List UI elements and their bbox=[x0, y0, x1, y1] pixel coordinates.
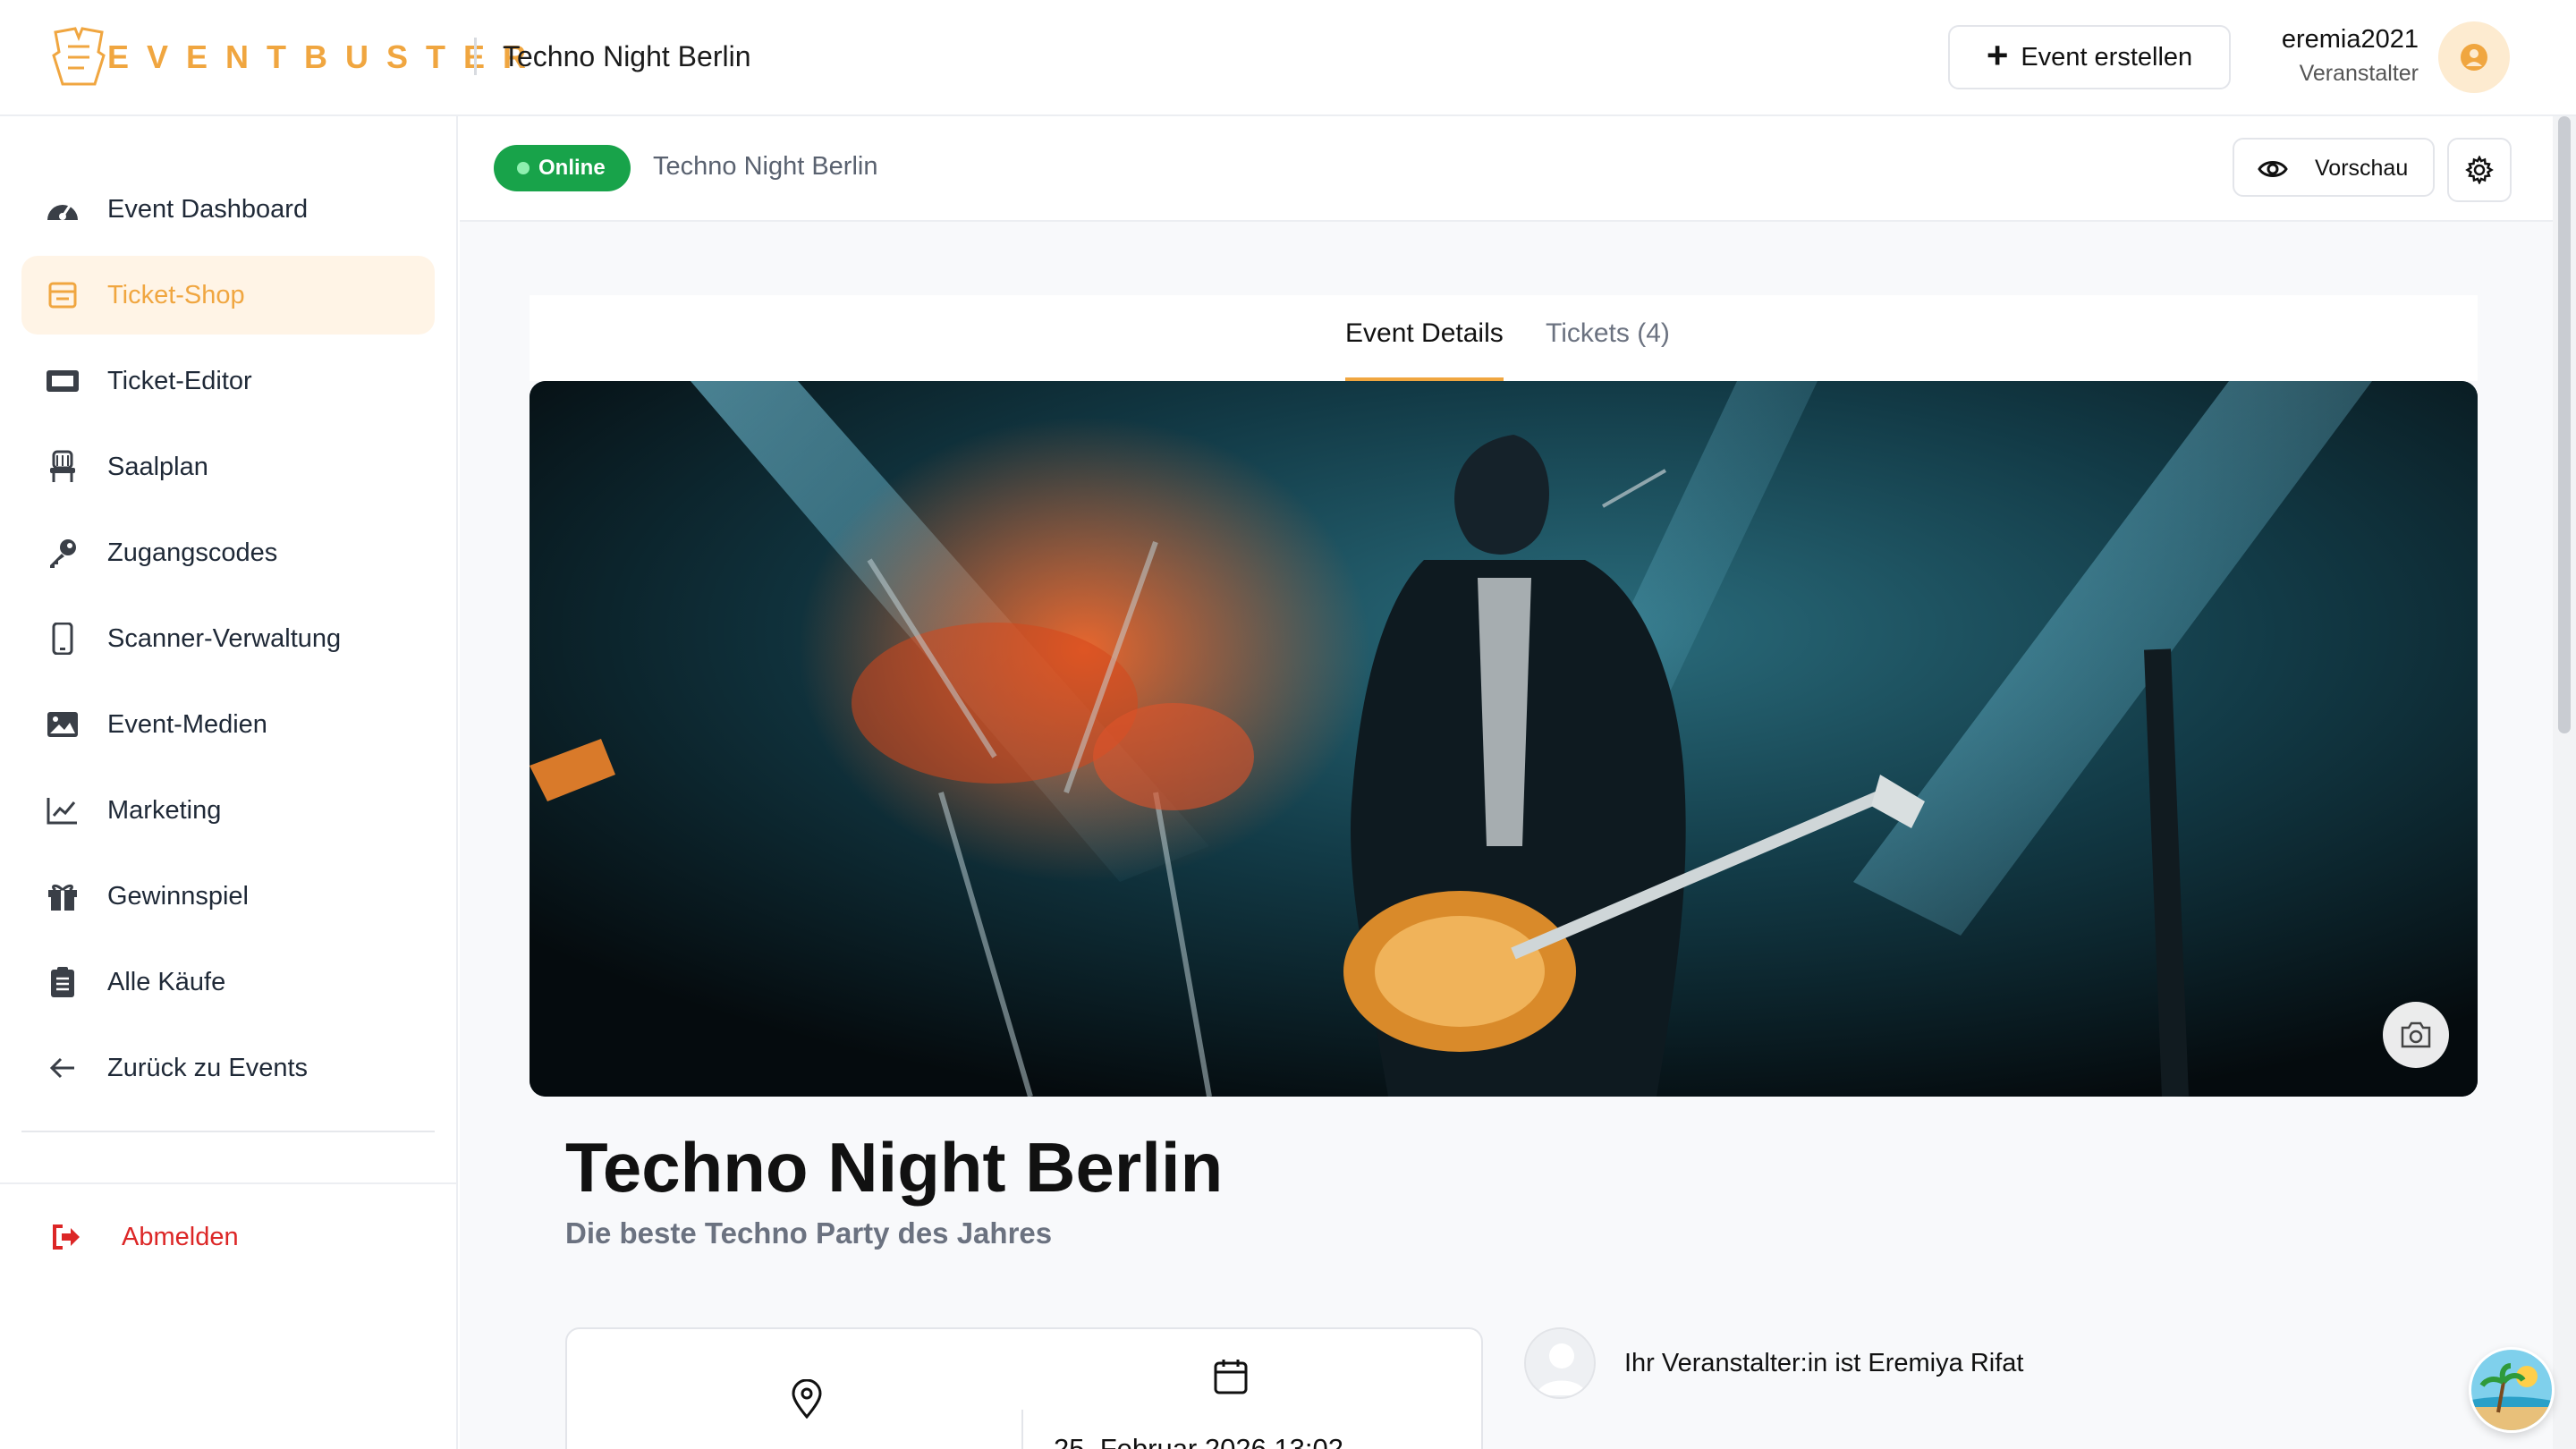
sidebar-item-scanner-verwaltung[interactable]: Scanner-Verwaltung bbox=[21, 599, 435, 678]
sidebar-item-ticket-editor[interactable]: Ticket-Editor bbox=[21, 342, 435, 420]
sidebar-item-event-dashboard[interactable]: Event Dashboard bbox=[21, 170, 435, 249]
sidebar-item-saalplan[interactable]: Saalplan bbox=[21, 428, 435, 506]
event-header-title: Techno Night Berlin bbox=[503, 40, 751, 72]
camera-icon bbox=[2401, 1021, 2431, 1048]
event-info-card: 25. Februar 2026 13:02 - bbox=[565, 1327, 1483, 1449]
settings-button[interactable] bbox=[2447, 138, 2512, 202]
plus-icon: + bbox=[1986, 34, 2009, 76]
key-icon bbox=[45, 535, 80, 571]
eventbuster-logo[interactable]: EVENTBUSTER bbox=[52, 25, 544, 89]
eye-icon bbox=[2258, 161, 2288, 177]
organizer-avatar bbox=[1524, 1327, 1596, 1399]
preview-label: Vorschau bbox=[2315, 156, 2409, 181]
event-subtitle: Die beste Techno Party des Jahres bbox=[565, 1216, 1053, 1250]
sidebar-divider bbox=[0, 1182, 458, 1184]
user-role: Veranstalter bbox=[2299, 61, 2419, 86]
sidebar: Event Dashboard Ticket-Shop Ticket-Edito… bbox=[0, 116, 458, 1449]
preview-button[interactable]: Vorschau bbox=[2233, 138, 2435, 197]
sidebar-item-label: Event Dashboard bbox=[107, 194, 309, 224]
event-cover-image bbox=[530, 381, 2478, 1097]
sidebar-item-label: Saalplan bbox=[107, 452, 208, 481]
header-divider bbox=[474, 38, 477, 75]
map-pin-icon bbox=[792, 1379, 822, 1419]
logout-label: Abmelden bbox=[122, 1222, 239, 1251]
sidebar-item-marketing[interactable]: Marketing bbox=[21, 771, 435, 850]
sidebar-item-label: Zugangscodes bbox=[107, 538, 278, 567]
status-dot-icon bbox=[517, 162, 530, 174]
tab-event-details[interactable]: Event Details bbox=[1345, 318, 1504, 381]
sidebar-item-label: Zurück zu Events bbox=[107, 1053, 309, 1082]
sidebar-item-gewinnspiel[interactable]: Gewinnspiel bbox=[21, 857, 435, 936]
event-date: 25. Februar 2026 13:02 - bbox=[1054, 1433, 1360, 1449]
status-label: Online bbox=[538, 156, 606, 180]
sidebar-item-label: Ticket-Shop bbox=[107, 280, 245, 309]
event-title: Techno Night Berlin bbox=[565, 1128, 1224, 1207]
gauge-icon bbox=[45, 191, 80, 227]
sidebar-item-label: Alle Käufe bbox=[107, 967, 226, 996]
sidebar-divider bbox=[21, 1131, 435, 1132]
status-badge: Online bbox=[494, 145, 631, 191]
change-cover-button[interactable] bbox=[2383, 1002, 2449, 1068]
user-name: eremia2021 bbox=[2281, 25, 2419, 54]
organizer-info: Ihr Veranstalter:in ist Eremiya Rifat bbox=[1624, 1349, 2024, 1377]
top-bar: EVENTBUSTER Techno Night Berlin + Event … bbox=[0, 0, 2576, 116]
ticket-icon bbox=[45, 363, 80, 399]
page-scrollbar[interactable] bbox=[2553, 116, 2576, 1449]
sidebar-item-alle-kaeufe[interactable]: Alle Käufe bbox=[21, 943, 435, 1021]
event-name: Techno Night Berlin bbox=[653, 152, 878, 181]
ticket-logo-icon bbox=[52, 27, 106, 86]
create-event-button[interactable]: + Event erstellen bbox=[1948, 25, 2231, 89]
create-event-label: Event erstellen bbox=[2021, 42, 2193, 72]
gift-icon bbox=[45, 878, 80, 914]
tab-bar: Event Details Tickets (4) bbox=[530, 295, 2478, 381]
sidebar-item-label: Marketing bbox=[107, 795, 222, 825]
sidebar-item-event-medien[interactable]: Event-Medien bbox=[21, 685, 435, 764]
main-content: Online Techno Night Berlin Vorschau Even… bbox=[460, 116, 2553, 1449]
event-status-bar: Online Techno Night Berlin Vorschau bbox=[460, 116, 2553, 222]
chair-icon bbox=[45, 449, 80, 485]
logout-button[interactable]: Abmelden bbox=[21, 1199, 435, 1275]
sidebar-item-ticket-shop[interactable]: Ticket-Shop bbox=[21, 256, 435, 335]
floating-assistant-avatar[interactable] bbox=[2469, 1347, 2555, 1433]
user-avatar[interactable] bbox=[2438, 21, 2510, 93]
info-card-divider bbox=[1021, 1410, 1023, 1449]
chart-line-icon bbox=[45, 792, 80, 828]
gear-icon bbox=[2465, 156, 2494, 184]
store-icon bbox=[45, 277, 80, 313]
sidebar-item-zurueck-zu-events[interactable]: Zurück zu Events bbox=[21, 1029, 435, 1107]
concert-photo bbox=[530, 381, 2478, 1097]
logo-text: EVENTBUSTER bbox=[107, 38, 545, 75]
scrollbar-thumb[interactable] bbox=[2558, 116, 2571, 733]
arrow-left-icon bbox=[45, 1050, 80, 1086]
user-placeholder-icon bbox=[1537, 1343, 1587, 1395]
phone-icon bbox=[45, 621, 80, 657]
sidebar-item-label: Ticket-Editor bbox=[107, 366, 252, 395]
tab-tickets[interactable]: Tickets (4) bbox=[1546, 318, 1670, 381]
sidebar-item-label: Scanner-Verwaltung bbox=[107, 623, 342, 653]
sidebar-item-label: Event-Medien bbox=[107, 709, 267, 739]
calendar-icon bbox=[1214, 1360, 1248, 1394]
sign-out-icon bbox=[48, 1219, 84, 1255]
user-circle-icon bbox=[2461, 44, 2487, 71]
clipboard-icon bbox=[45, 964, 80, 1000]
image-icon bbox=[45, 707, 80, 742]
sidebar-item-label: Gewinnspiel bbox=[107, 881, 249, 911]
sidebar-item-zugangscodes[interactable]: Zugangscodes bbox=[21, 513, 435, 592]
